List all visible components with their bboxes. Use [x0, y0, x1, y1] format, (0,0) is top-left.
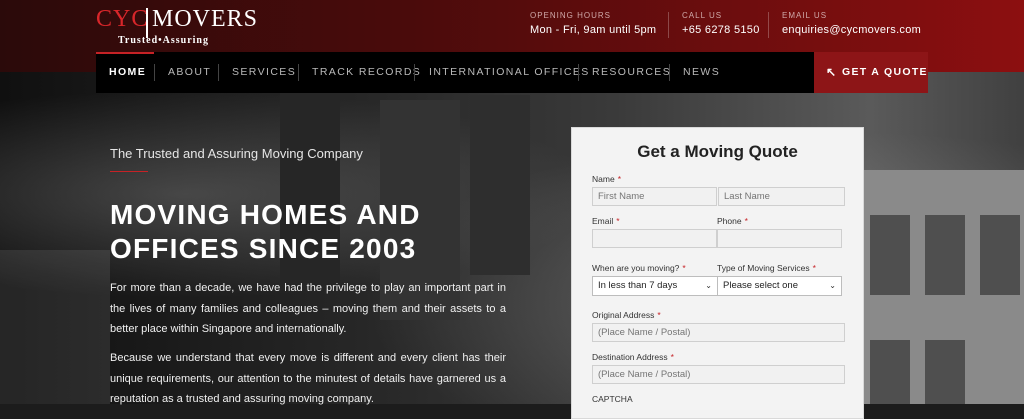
moving-quote-form: Get a Moving Quote Name* Email* Phone* W…: [571, 127, 864, 419]
captcha-label: CAPTCHA: [592, 394, 633, 404]
nav-divider: [669, 64, 670, 81]
last-name-input[interactable]: [718, 187, 845, 206]
destination-address-input[interactable]: [592, 365, 845, 384]
chevron-down-icon: ⌄: [829, 281, 836, 290]
phone-label: Phone *: [717, 216, 748, 226]
hero-headline: MOVING HOMES AND OFFICES SINCE 2003: [110, 199, 421, 264]
nav-item-about[interactable]: ABOUT: [168, 52, 211, 93]
call-us-value[interactable]: +65 6278 5150: [682, 24, 760, 36]
logo-tagline: Trusted•Assuring: [118, 35, 209, 46]
nav-item-home[interactable]: HOME: [109, 52, 146, 93]
hero-subtitle: The Trusted and Assuring Moving Company: [110, 146, 363, 161]
destination-address-label: Destination Address *: [592, 352, 674, 362]
service-type-select[interactable]: Please select one ⌄: [717, 276, 842, 296]
logo-movers-text: MOVERS: [152, 6, 259, 32]
chevron-down-icon: ⌄: [705, 281, 712, 290]
call-us-label: CALL US: [682, 11, 723, 20]
hero-paragraph: Because we understand that every move is…: [110, 352, 506, 405]
opening-hours-label: OPENING HOURS: [530, 11, 612, 20]
hero-subtitle-underline: [110, 171, 148, 172]
email-input[interactable]: [592, 229, 717, 248]
header-divider: [668, 12, 669, 38]
get-a-quote-button[interactable]: ↖ GET A QUOTE: [814, 52, 928, 93]
opening-hours: OPENING HOURS Mon - Fri, 9am until 5pm: [530, 11, 656, 36]
site-logo[interactable]: CYC MOVERS Trusted•Assuring: [96, 6, 257, 50]
when-moving-select[interactable]: In less than 7 days ⌄: [592, 276, 718, 296]
email-label: Email *: [592, 216, 620, 226]
nav-item-resources[interactable]: RESOURCES: [592, 52, 671, 93]
name-label: Name *: [592, 174, 621, 184]
opening-hours-value: Mon - Fri, 9am until 5pm: [530, 24, 657, 36]
nav-divider: [298, 64, 299, 81]
main-nav: HOME ABOUT SERVICES TRACK RECORDS INTERN…: [96, 52, 814, 93]
original-address-input[interactable]: [592, 323, 845, 342]
original-address-label: Original Address *: [592, 310, 661, 320]
nav-divider: [218, 64, 219, 81]
nav-item-international-offices[interactable]: INTERNATIONAL OFFICES: [429, 52, 590, 93]
logo-cyc-text: CYC: [96, 6, 149, 32]
hero-paragraph: For more than a decade, we have had the …: [110, 282, 506, 335]
call-us: CALL US +65 6278 5150: [682, 11, 760, 36]
email-us-value[interactable]: enquiries@cycmovers.com: [782, 24, 921, 36]
cursor-icon: ↖: [826, 65, 838, 79]
nav-item-news[interactable]: NEWS: [683, 52, 720, 93]
service-type-label: Type of Moving Services *: [717, 263, 816, 273]
header-divider: [768, 12, 769, 38]
phone-input[interactable]: [717, 229, 842, 248]
nav-divider: [414, 64, 415, 81]
nav-divider: [578, 64, 579, 81]
nav-item-track-records[interactable]: TRACK RECORDS: [312, 52, 421, 93]
first-name-input[interactable]: [592, 187, 717, 206]
when-moving-label: When are you moving? *: [592, 263, 686, 273]
get-a-quote-label: GET A QUOTE: [842, 66, 928, 78]
email-us-label: EMAIL US: [782, 11, 828, 20]
nav-divider: [154, 64, 155, 81]
nav-item-services[interactable]: SERVICES: [232, 52, 296, 93]
form-title: Get a Moving Quote: [637, 142, 798, 161]
logo-divider: [146, 8, 148, 38]
email-us: EMAIL US enquiries@cycmovers.com: [782, 11, 921, 36]
